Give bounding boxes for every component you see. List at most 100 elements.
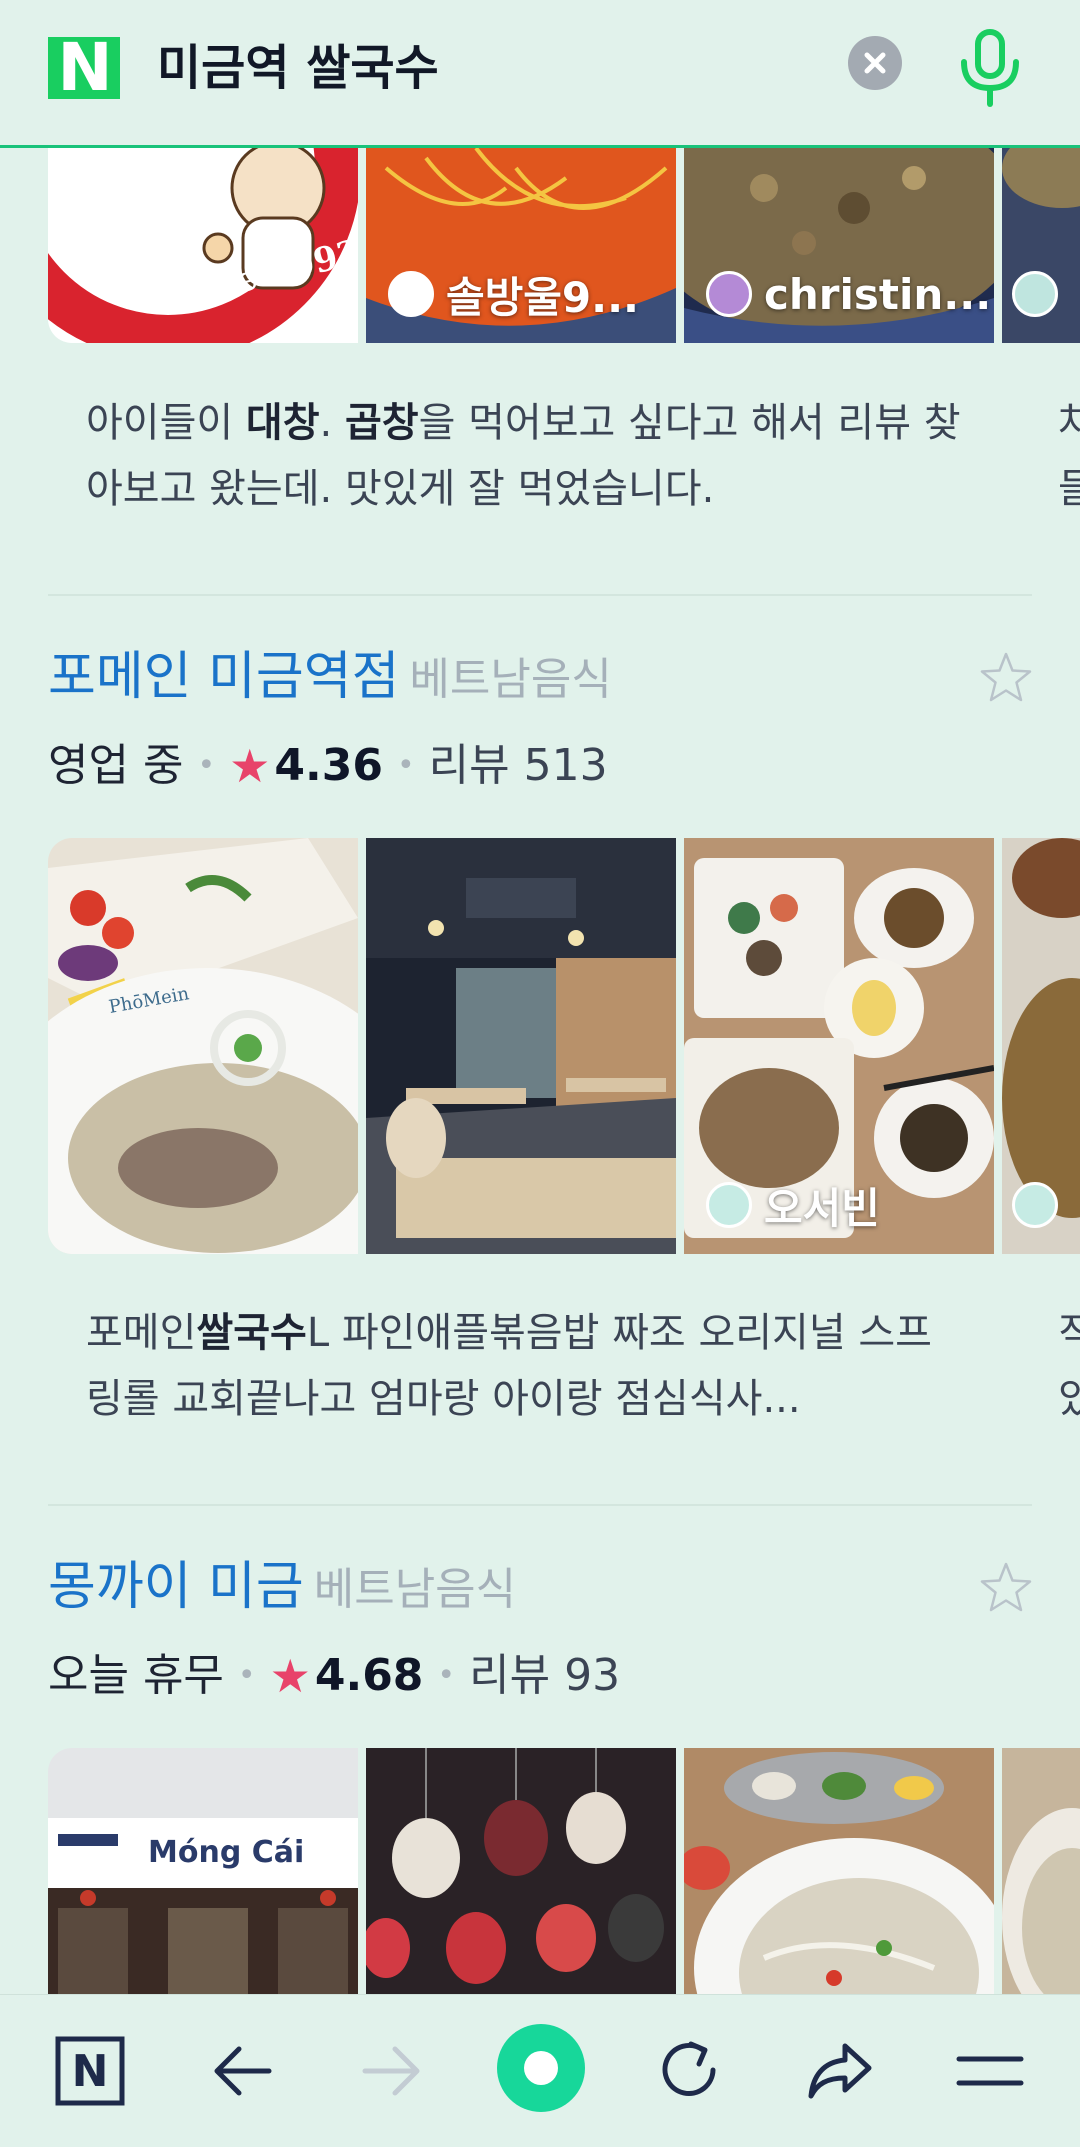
search-query-input[interactable]: 미금역 쌀국수 [157, 36, 439, 100]
rating-value: 4.36 [274, 740, 383, 791]
naver-logo[interactable]: N [48, 35, 120, 101]
place-photo[interactable]: christin... [684, 148, 994, 343]
restaurant-interior-photo [366, 838, 676, 1254]
review-peek-line: 있 [1058, 1376, 1080, 1422]
back-arrow-icon [214, 2046, 272, 2096]
green-dot-icon [497, 2024, 585, 2112]
user-avatar [1012, 1182, 1058, 1228]
place-name[interactable]: 몽까이 미금 [48, 1557, 304, 1617]
review-peek-line: 직 [1058, 1310, 1080, 1356]
home-logo-letter: N [72, 2046, 109, 2097]
star-outline-icon [980, 652, 1032, 702]
place-photo[interactable] [1002, 1748, 1080, 1994]
place-photo[interactable]: Since 1993 [48, 148, 358, 343]
place-photo[interactable] [1002, 148, 1080, 343]
review-count[interactable]: 리뷰 513 [429, 736, 608, 796]
place-photo[interactable] [684, 1748, 994, 1994]
pho-bowl-photo: PhōMein [48, 838, 358, 1254]
review-text: 포메인 [86, 1310, 197, 1356]
place-photo[interactable] [366, 838, 676, 1254]
review-peek-line: 차 [1058, 400, 1080, 446]
place-photo[interactable] [366, 1748, 676, 1994]
photo-row[interactable]: Móng Cái [48, 1748, 1080, 1994]
rating-star-icon: ★ [269, 1649, 311, 1703]
forward-arrow-icon [362, 2046, 420, 2096]
pho-table-photo [684, 1748, 994, 1994]
back-button[interactable] [200, 2029, 284, 2113]
review-text: 아이들이 [86, 400, 246, 446]
review-count[interactable]: 리뷰 93 [469, 1646, 620, 1706]
separator-dot: • [396, 748, 415, 783]
close-icon [864, 52, 886, 74]
place-photo[interactable]: PhōMein [48, 838, 358, 1254]
favorite-button[interactable] [978, 1560, 1034, 1616]
photo-user: 솔방울9... [388, 269, 639, 322]
separator-dot: • [237, 1658, 256, 1693]
lanterns-photo [366, 1748, 676, 1994]
menu-icon [956, 2056, 1024, 2086]
business-status: 영업 중 [48, 740, 184, 791]
menu-button[interactable] [948, 2029, 1032, 2113]
naver-home-button[interactable]: N [48, 2029, 132, 2113]
review-snippet[interactable]: 아이들이 대창. 곱창을 먹어보고 싶다고 해서 리뷰 찾아보고 왔는데. 맛있… [86, 390, 966, 522]
place-category: 베트남음식 [313, 1564, 517, 1615]
green-dot-button[interactable] [496, 2023, 586, 2113]
separator-dot: • [197, 748, 216, 783]
photo-row[interactable]: Since 1993 솔방울9... christin... [48, 148, 1080, 343]
refresh-icon [662, 2041, 716, 2096]
business-status: 오늘 휴무 [48, 1650, 224, 1701]
place-category: 베트남음식 [409, 654, 612, 705]
photo-user: 오서빈 [706, 1180, 880, 1233]
review-keyword: 쌀국수 [196, 1310, 307, 1356]
food-photo [1002, 1748, 1080, 1994]
review-keyword: 대창 [245, 400, 320, 446]
forward-button[interactable] [350, 2029, 434, 2113]
naver-home-icon: N [55, 2036, 125, 2106]
photo-user [1012, 1180, 1058, 1230]
place-name[interactable]: 포메인 미금역점 [48, 647, 399, 707]
share-button[interactable] [798, 2029, 882, 2113]
review-peek-line: 들 [1058, 466, 1080, 512]
clear-search-button[interactable] [848, 36, 902, 90]
user-avatar [1012, 271, 1058, 317]
user-avatar [706, 271, 752, 317]
star-outline-icon [980, 1562, 1032, 1612]
storefront-sign-text: Móng Cái [148, 1835, 304, 1870]
review-snippet-peek[interactable]: 차 들 [1058, 390, 1080, 522]
voice-search-button[interactable] [950, 24, 1030, 110]
place-photo[interactable]: Móng Cái [48, 1748, 358, 1994]
storefront-photo: Móng Cái [48, 1748, 358, 1994]
place-meta: 오늘 휴무 • ★ 4.68 • 리뷰 93 [48, 1646, 620, 1706]
divider [48, 594, 1032, 596]
review-snippet-peek[interactable]: 직 있 [1058, 1300, 1080, 1432]
photo-user-name: christin... [764, 269, 992, 319]
favorite-button[interactable] [978, 650, 1034, 706]
photo-user [1012, 269, 1058, 319]
review-keyword: 곱창 [344, 400, 419, 446]
review-snippet[interactable]: 포메인쌀국수L 파인애플볶음밥 짜조 오리지널 스프링롤 교회끝나고 엄마랑 아… [86, 1300, 966, 1432]
search-bar: N 미금역 쌀국수 [0, 0, 1080, 148]
search-results: Since 1993 솔방울9... christin... 아이들이 대창. … [0, 148, 1080, 1994]
separator-dot: • [437, 1658, 456, 1693]
place-title[interactable]: 몽까이 미금 베트남음식 [48, 1554, 516, 1620]
share-icon [808, 2043, 872, 2099]
review-text: . [319, 400, 345, 446]
browser-toolbar: N [0, 1994, 1080, 2147]
rating-value: 4.68 [314, 1650, 424, 1701]
photo-row[interactable]: PhōMein 오서빈 [48, 838, 1080, 1254]
place-title[interactable]: 포메인 미금역점 베트남음식 [48, 644, 612, 710]
divider [48, 1504, 1032, 1506]
photo-user: christin... [706, 269, 991, 319]
place-meta: 영업 중 • ★ 4.36 • 리뷰 513 [48, 736, 608, 796]
photo-user-name: 오서빈 [764, 1183, 880, 1233]
refresh-button[interactable] [648, 2029, 732, 2113]
restaurant-logo-image: Since 1993 [48, 148, 358, 343]
microphone-icon [961, 29, 1019, 107]
place-photo[interactable]: 오서빈 [684, 838, 994, 1254]
place-photo[interactable]: 솔방울9... [366, 148, 676, 343]
place-photo[interactable] [1002, 838, 1080, 1254]
user-avatar [388, 271, 434, 317]
photo-user-name: 솔방울9... [446, 272, 640, 322]
rating-star-icon: ★ [229, 739, 271, 793]
user-avatar [706, 1182, 752, 1228]
